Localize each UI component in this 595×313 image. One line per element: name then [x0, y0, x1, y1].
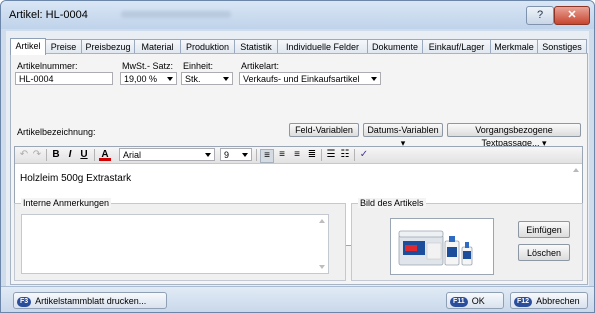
spellcheck-icon[interactable]: ✓ — [359, 149, 369, 161]
artikelnummer-field[interactable]: HL-0004 — [15, 72, 113, 85]
close-button[interactable]: ✕ — [554, 6, 590, 25]
scroll-down-icon[interactable] — [319, 265, 325, 269]
font-size-value: 9 — [224, 150, 230, 160]
numbered-list-icon[interactable]: ☷ — [340, 149, 350, 161]
cancel-label: Abbrechen — [536, 296, 580, 306]
article-image-frame — [390, 218, 494, 275]
tab-dokumente[interactable]: Dokumente — [367, 39, 423, 54]
underline-icon[interactable]: U — [79, 149, 89, 161]
chevron-down-icon — [223, 77, 229, 81]
chevron-down-icon — [167, 77, 173, 81]
italic-icon[interactable]: I — [65, 149, 75, 161]
font-size-select[interactable]: 9 — [220, 148, 252, 161]
f12-key-badge: F12 — [514, 296, 533, 307]
redo-icon[interactable]: ↷ — [32, 149, 42, 161]
tab-preise[interactable]: Preise — [45, 39, 82, 54]
bullet-list-icon[interactable]: ☰ — [326, 149, 336, 161]
artikelart-select[interactable]: Verkaufs- und Einkaufsartikel — [239, 72, 381, 85]
toolbar-separator — [354, 149, 355, 161]
einheit-select[interactable]: Stk. — [181, 72, 233, 85]
dialog-body: Artikel Preise Preisbezug Material Produ… — [6, 31, 589, 306]
einheit-label: Einheit: — [183, 61, 214, 71]
feld-variablen-button[interactable]: Feld-Variablen — [289, 123, 359, 137]
textpassage-button[interactable]: Vorgangsbezogene Textpassage... ▾ — [447, 123, 581, 148]
einheit-value: Stk. — [185, 74, 201, 84]
tab-einkauf-lager[interactable]: Einkauf/Lager — [422, 39, 491, 54]
blurred-title-area — [121, 11, 231, 18]
print-stammblatt-button[interactable]: F3 Artikelstammblatt drucken... — [13, 292, 167, 309]
tab-artikel[interactable]: Artikel — [10, 38, 46, 55]
dialog-footer: F3 Artikelstammblatt drucken... F11 OK F12… — [1, 286, 594, 312]
f3-key-badge: F3 — [17, 296, 32, 307]
article-description-text[interactable]: Holzleim 500g Extrastark — [20, 173, 131, 184]
scroll-up-icon[interactable] — [573, 168, 579, 172]
help-button[interactable]: ? — [526, 6, 554, 25]
mwst-label: MwSt.- Satz: — [122, 61, 174, 71]
align-justify-icon[interactable]: ≣ — [307, 149, 317, 161]
editor-toolbar: ↶ ↷ B I U A Arial 9 ≡ ≡ ≡ ≣ ☰ ☷ ✓ — [15, 147, 582, 164]
bild-des-artikels-title: Bild des Artikels — [358, 198, 426, 208]
print-stammblatt-label: Artikelstammblatt drucken... — [35, 296, 147, 306]
tab-individuelle-felder[interactable]: Individuelle Felder — [277, 39, 368, 54]
font-name-value: Arial — [123, 150, 142, 160]
help-icon: ? — [536, 9, 544, 21]
einfuegen-button[interactable]: Einfügen — [518, 221, 570, 238]
tab-preisbezug[interactable]: Preisbezug — [81, 39, 135, 54]
mwst-value: 19,00 % — [124, 74, 158, 84]
undo-icon[interactable]: ↶ — [19, 149, 29, 161]
bild-des-artikels-group: Bild des Artikels Einfügen Löschen — [351, 198, 583, 281]
bezeichnung-label: Artikelbezeichnung: — [17, 127, 96, 137]
align-right-icon[interactable]: ≡ — [292, 149, 302, 161]
align-left-icon[interactable]: ≡ — [260, 149, 274, 163]
chevron-down-icon — [371, 77, 377, 81]
cancel-button[interactable]: F12 Abbrechen — [510, 292, 588, 309]
tab-statistik[interactable]: Statistik — [234, 39, 278, 54]
loeschen-button[interactable]: Löschen — [518, 244, 570, 261]
glue-product-image — [398, 230, 473, 266]
interne-anmerkungen-title: Interne Anmerkungen — [21, 198, 112, 208]
tab-material[interactable]: Material — [134, 39, 181, 54]
chevron-down-icon — [205, 153, 211, 157]
title-bar: Artikel: HL-0004 ? ✕ — [1, 1, 594, 29]
bold-icon[interactable]: B — [51, 149, 61, 161]
toolbar-separator — [256, 149, 257, 161]
artikelart-value: Verkaufs- und Einkaufsartikel — [243, 74, 360, 84]
tab-sonstiges[interactable]: Sonstiges — [537, 39, 587, 54]
tab-produktion[interactable]: Produktion — [180, 39, 235, 54]
interne-anmerkungen-textarea[interactable] — [21, 214, 329, 274]
ok-label: OK — [471, 296, 485, 306]
align-center-icon[interactable]: ≡ — [277, 149, 287, 161]
datums-variablen-button[interactable]: Datums-Variablen ▾ — [363, 123, 443, 148]
window-title: Artikel: HL-0004 — [9, 9, 88, 21]
toolbar-separator — [94, 149, 95, 161]
scroll-up-icon[interactable] — [319, 219, 325, 223]
chevron-down-icon — [242, 153, 248, 157]
toolbar-separator — [46, 149, 47, 161]
font-color-icon[interactable]: A — [99, 149, 111, 161]
ok-button[interactable]: F11 OK — [446, 292, 504, 309]
artikelart-label: Artikelart: — [241, 61, 280, 71]
close-icon: ✕ — [567, 9, 577, 21]
f11-key-badge: F11 — [450, 296, 468, 307]
artikel-dialog: Artikel: HL-0004 ? ✕ Artikel Preise Prei… — [0, 0, 595, 313]
font-name-select[interactable]: Arial — [119, 148, 215, 161]
toolbar-separator — [321, 149, 322, 161]
interne-anmerkungen-group: Interne Anmerkungen — [14, 198, 346, 281]
artikelnummer-label: Artikelnummer: — [17, 61, 78, 71]
mwst-select[interactable]: 19,00 % — [120, 72, 177, 85]
tab-merkmale[interactable]: Merkmale — [490, 39, 538, 54]
